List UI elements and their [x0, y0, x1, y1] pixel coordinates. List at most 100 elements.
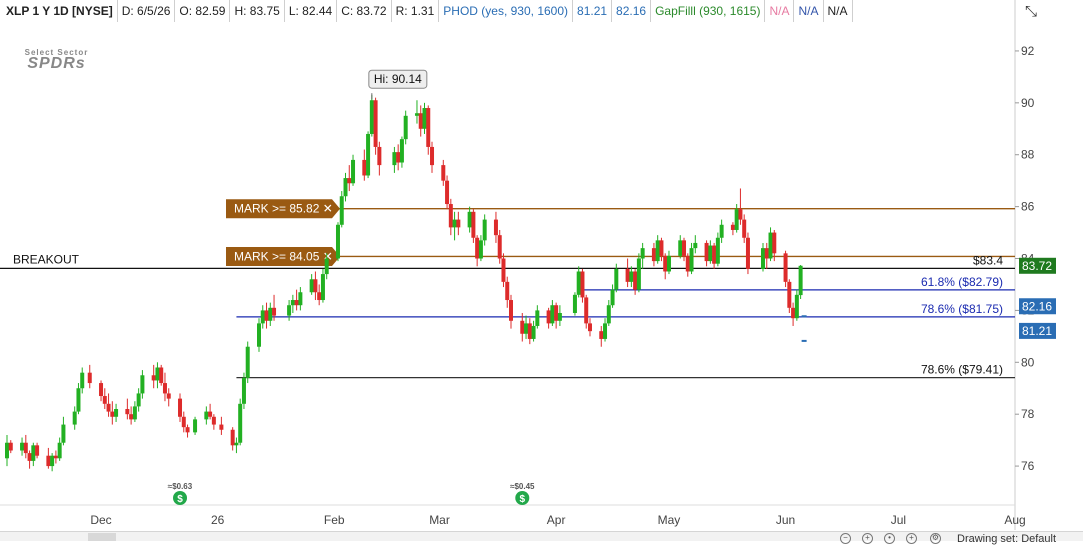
- candle-body: [456, 219, 461, 228]
- candle-body: [61, 424, 66, 443]
- candle-body: [339, 196, 344, 225]
- candle-body: [185, 427, 190, 433]
- candle-body: [136, 393, 141, 407]
- candle-body: [366, 133, 371, 176]
- candle-body: [102, 396, 107, 404]
- mark-alert-label: MARK >= 85.82 ✕: [234, 202, 333, 216]
- candle-body: [290, 300, 295, 306]
- candle-body: [347, 178, 352, 184]
- candle-body: [5, 442, 9, 459]
- candle-body: [50, 455, 55, 467]
- candle-body: [734, 209, 739, 230]
- candle-body: [520, 320, 525, 334]
- candle-body: [99, 383, 104, 397]
- candle-body: [414, 113, 419, 116]
- candle-body: [76, 388, 81, 412]
- candle-body: [584, 297, 589, 324]
- y-tick-label: 92: [1021, 44, 1035, 58]
- candle-body: [155, 367, 160, 381]
- price-chart[interactable]: 767880828486889092Dec26FebMarAprMayJunJu…: [0, 0, 1083, 531]
- y-tick-label: 76: [1021, 459, 1035, 473]
- dividend-icon-glyph: $: [177, 494, 183, 505]
- candle-body: [272, 307, 277, 316]
- candle-body: [708, 245, 713, 262]
- candle-body: [403, 115, 408, 140]
- candle-body: [257, 323, 261, 347]
- candle-body: [238, 403, 243, 443]
- candle-body: [768, 232, 773, 259]
- candle-body: [298, 292, 303, 306]
- candle-body: [791, 307, 796, 319]
- candle-body: [576, 271, 581, 295]
- candle-body: [294, 300, 299, 306]
- crosshair-icon[interactable]: +: [906, 533, 917, 544]
- x-tick-label: Apr: [547, 513, 566, 527]
- zoom-out-icon[interactable]: −: [840, 533, 851, 544]
- y-tick-label: 88: [1021, 148, 1035, 162]
- candle-body: [441, 165, 446, 181]
- candle-body: [554, 305, 559, 321]
- zoom-in-icon[interactable]: +: [862, 533, 873, 544]
- candle-body: [80, 372, 85, 389]
- candle-body: [211, 416, 216, 425]
- candle-body: [317, 292, 322, 301]
- candle-body: [685, 255, 690, 272]
- level-right-label: 61.8% ($82.79): [921, 275, 1003, 289]
- candle-body: [580, 271, 585, 298]
- candle-body: [557, 313, 562, 321]
- candle-body: [482, 219, 487, 241]
- candle-body: [377, 146, 382, 166]
- candle-body: [335, 224, 340, 259]
- level-right-label: 78.6% ($79.41): [921, 363, 1003, 377]
- breakout-label: BREAKOUT: [13, 252, 80, 266]
- candle-body: [351, 159, 356, 184]
- candle-body: [426, 108, 431, 147]
- settings-icon[interactable]: ⚙: [930, 533, 941, 544]
- candle-body: [320, 274, 325, 301]
- candle-body: [324, 258, 329, 275]
- candle-body: [260, 310, 265, 324]
- drawing-set-label[interactable]: Drawing set: Default: [957, 533, 1056, 545]
- candle-body: [151, 375, 156, 381]
- candle-body: [373, 100, 378, 147]
- candle-body: [245, 346, 250, 378]
- candle-body: [27, 453, 32, 461]
- candle-body: [343, 178, 348, 197]
- candle-body: [87, 372, 92, 384]
- candle-body: [162, 383, 167, 394]
- candle-body: [467, 211, 472, 228]
- candle-body: [57, 442, 62, 459]
- candle-body: [493, 219, 498, 236]
- candle-body: [35, 445, 40, 456]
- candle-body: [132, 406, 137, 420]
- candle-body: [719, 224, 724, 238]
- mark-alert-label: MARK >= 84.05 ✕: [234, 249, 333, 263]
- dividend-label: ≈$0.63: [168, 482, 193, 491]
- candle-body: [129, 414, 134, 420]
- candle-body: [106, 403, 111, 412]
- candle-body: [693, 242, 698, 249]
- x-tick-label: Aug: [1004, 513, 1025, 527]
- candle-body: [230, 429, 235, 446]
- candle-body: [505, 281, 510, 301]
- price-badge-phod-low: 81.21: [1022, 324, 1052, 338]
- candle-body: [369, 100, 374, 134]
- candle-body: [794, 294, 799, 319]
- candle-body: [396, 152, 401, 163]
- candle-body: [125, 409, 130, 415]
- candle-body: [659, 240, 664, 256]
- dividend-label: ≈$0.45: [510, 482, 535, 491]
- price-badge-phod-high: 82.16: [1022, 299, 1052, 313]
- candle-body: [678, 240, 683, 256]
- x-tick-label: Mar: [429, 513, 450, 527]
- candle-body: [204, 411, 209, 420]
- dividend-icon-glyph: $: [520, 494, 526, 505]
- candle-body: [452, 219, 457, 228]
- candle-body: [663, 255, 668, 272]
- candle-body: [268, 307, 273, 321]
- candle-body: [497, 235, 502, 259]
- x-tick-label: Feb: [324, 513, 345, 527]
- candle-body: [309, 279, 314, 293]
- candle-body: [636, 258, 641, 290]
- reset-icon[interactable]: •: [884, 533, 895, 544]
